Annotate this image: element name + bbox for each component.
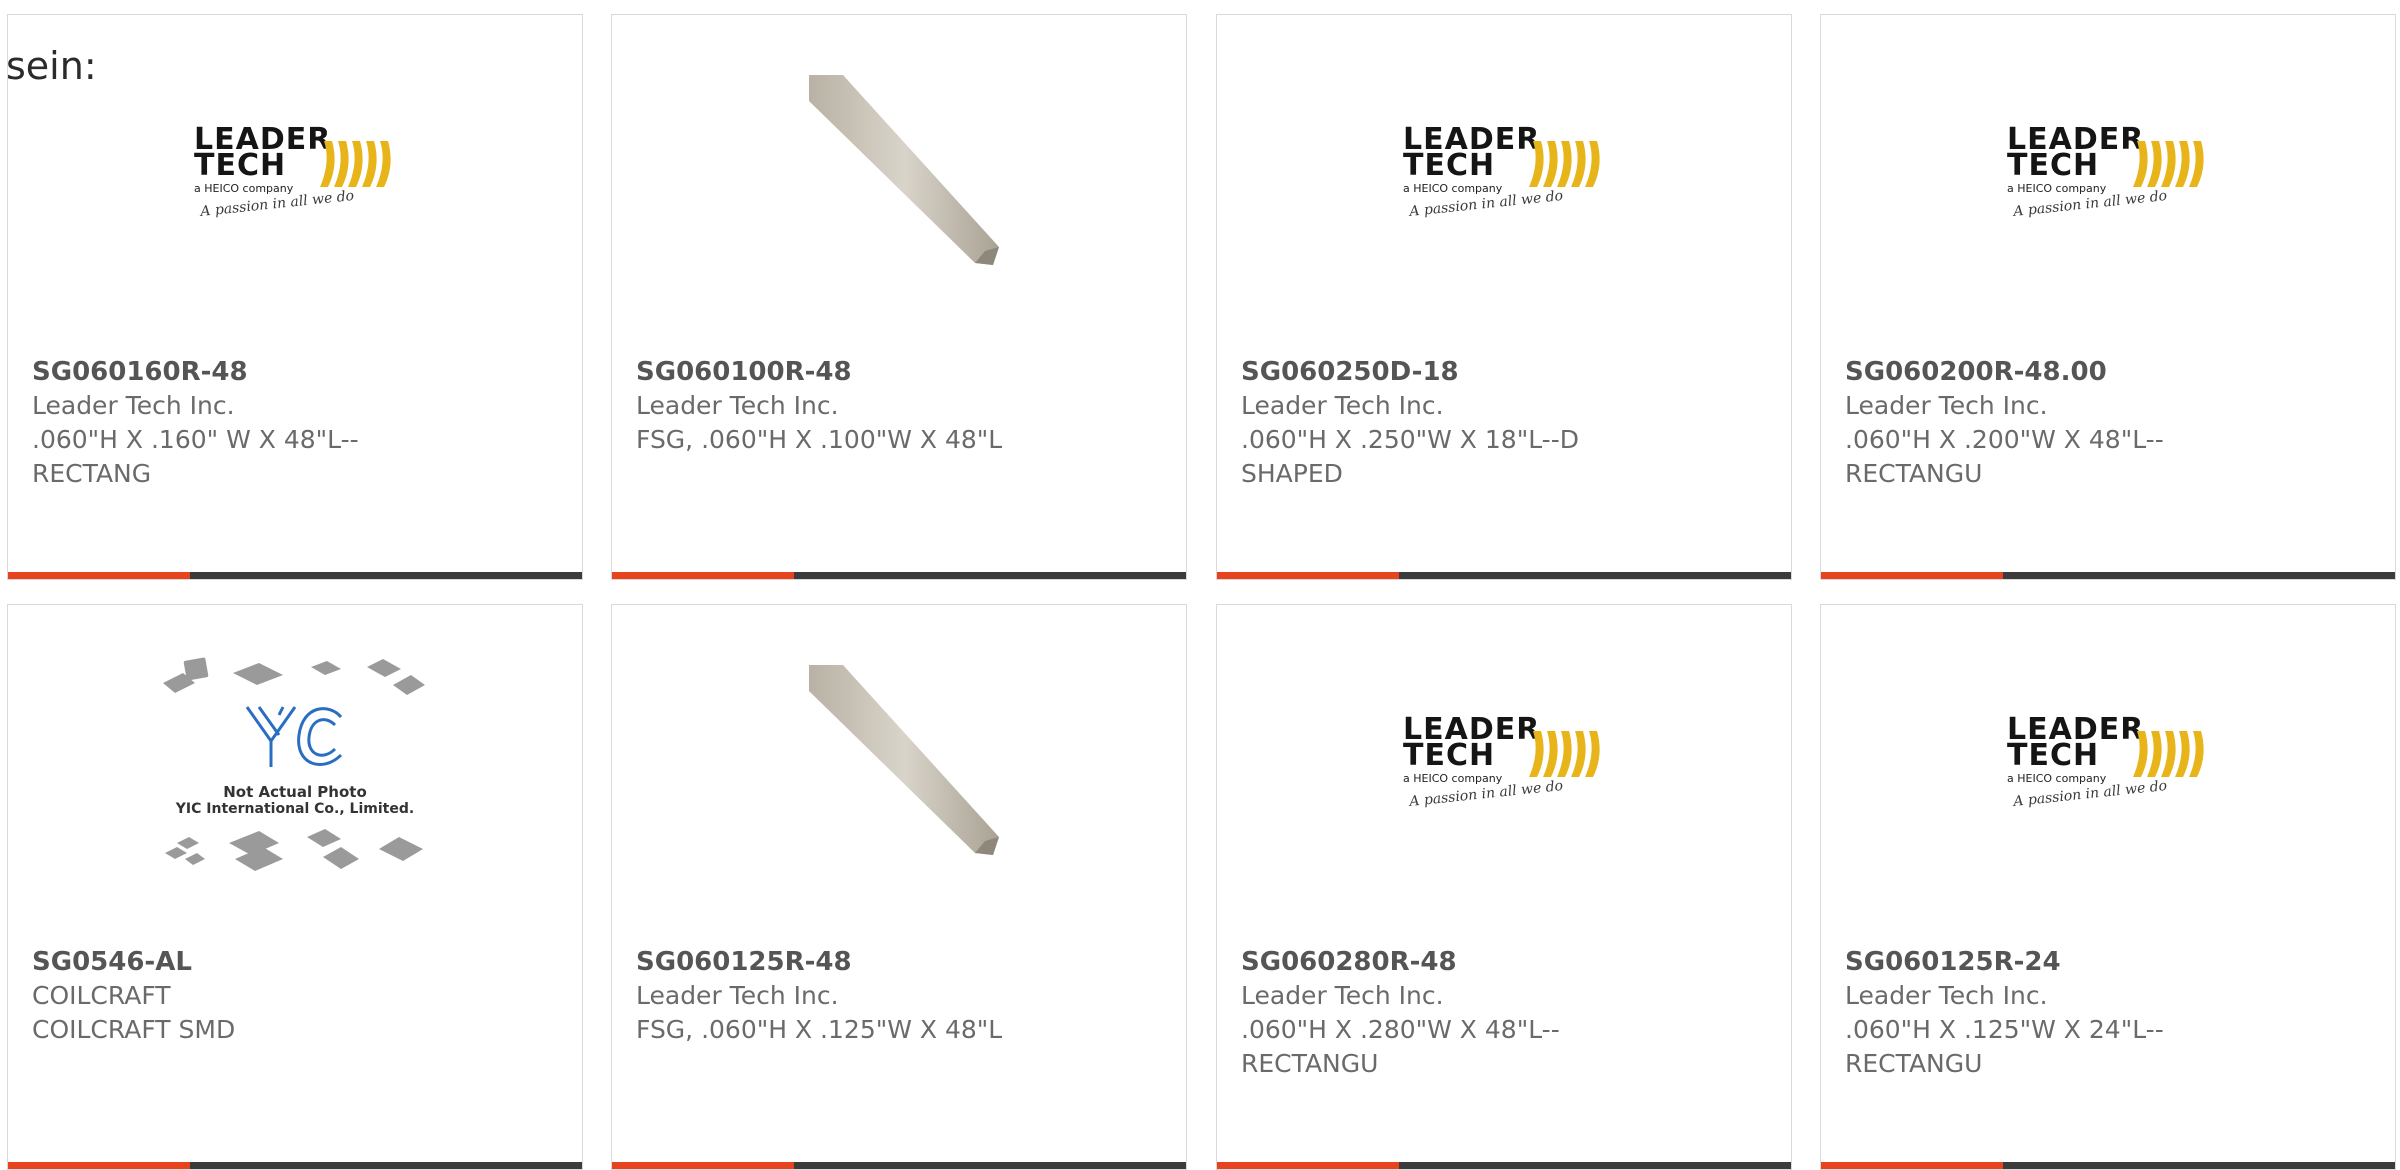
product-image[interactable] (612, 645, 1186, 885)
logo-word-2: TECH (194, 148, 287, 183)
part-number[interactable]: SG060200R-48.00 (1845, 355, 2375, 389)
part-number[interactable]: SG060160R-48 (32, 355, 562, 389)
product-image[interactable]: Not Actual Photo YIC International Co., … (8, 645, 582, 885)
card-bottom-bar (612, 1162, 1186, 1169)
part-number[interactable]: SG060125R-24 (1845, 945, 2375, 979)
manufacturer: Leader Tech Inc. (1845, 981, 2048, 1010)
lead-text: sein: (6, 44, 97, 88)
description: COILCRAFT SMD (32, 1015, 236, 1044)
product-image[interactable]: LEADER TECH a HEICO company A passion in… (8, 55, 582, 295)
card-bottom-bar (1217, 1162, 1791, 1169)
part-number[interactable]: SG060125R-48 (636, 945, 1166, 979)
description: FSG, .060"H X .100"W X 48"L (636, 425, 1003, 454)
card-bottom-bar (1821, 1162, 2395, 1169)
card-bottom-bar (1821, 572, 2395, 579)
gasket-strip-icon (809, 665, 999, 855)
manufacturer: Leader Tech Inc. (1241, 981, 1444, 1010)
yic-placeholder: Not Actual Photo YIC International Co., … (155, 645, 435, 885)
product-card[interactable]: LEADER TECH a HEICO company A passion in… (1820, 14, 2396, 580)
product-card[interactable]: SG060125R-48 Leader Tech Inc. FSG, .060"… (611, 604, 1187, 1170)
product-card[interactable]: LEADER TECH a HEICO company A passion in… (7, 14, 583, 580)
part-number[interactable]: SG0546-AL (32, 945, 562, 979)
manufacturer: COILCRAFT (32, 981, 171, 1010)
card-accent (1821, 1162, 2003, 1169)
product-card[interactable]: LEADER TECH a HEICO company A passion in… (1216, 14, 1792, 580)
product-card[interactable]: SG060100R-48 Leader Tech Inc. FSG, .060"… (611, 14, 1187, 580)
card-accent (1217, 1162, 1399, 1169)
description: .060"H X .125"W X 24"L-- RECTANGU (1845, 1015, 2164, 1078)
logo-word-2: TECH (1403, 148, 1496, 183)
description: .060"H X .280"W X 48"L-- RECTANGU (1241, 1015, 1560, 1078)
yic-caption-2: YIC International Co., Limited. (175, 801, 415, 817)
manufacturer: Leader Tech Inc. (636, 391, 839, 420)
product-image[interactable]: LEADER TECH a HEICO company A passion in… (1217, 645, 1791, 885)
yic-caption-1: Not Actual Photo (223, 783, 367, 801)
card-accent (1821, 572, 2003, 579)
card-bottom-bar (1217, 572, 1791, 579)
logo-stripes-icon (320, 141, 391, 187)
card-bottom-bar (8, 572, 582, 579)
logo-subtitle: a HEICO company (1403, 772, 1503, 785)
part-number[interactable]: SG060100R-48 (636, 355, 1166, 389)
card-accent (612, 1162, 794, 1169)
part-number[interactable]: SG060280R-48 (1241, 945, 1771, 979)
gasket-strip-icon (809, 75, 999, 265)
logo-stripes-icon (2133, 141, 2204, 187)
manufacturer: Leader Tech Inc. (1241, 391, 1444, 420)
logo-word-2: TECH (2007, 148, 2100, 183)
manufacturer: Leader Tech Inc. (32, 391, 235, 420)
product-card[interactable]: Not Actual Photo YIC International Co., … (7, 604, 583, 1170)
product-image[interactable]: LEADER TECH a HEICO company A passion in… (1821, 645, 2395, 885)
logo-stripes-icon (1529, 141, 1600, 187)
logo-subtitle: a HEICO company (2007, 182, 2107, 195)
part-number[interactable]: SG060250D-18 (1241, 355, 1771, 389)
card-accent (8, 1162, 190, 1169)
card-bottom-bar (8, 1162, 582, 1169)
logo-stripes-icon (2133, 731, 2204, 777)
logo-word-2: TECH (1403, 738, 1496, 773)
product-grid: LEADER TECH a HEICO company A passion in… (0, 0, 2400, 1170)
logo-subtitle: a HEICO company (2007, 772, 2107, 785)
chip-packages-icon (163, 657, 425, 871)
card-accent (8, 572, 190, 579)
leader-tech-logo: LEADER TECH a HEICO company A passion in… (2003, 125, 2213, 225)
description: FSG, .060"H X .125"W X 48"L (636, 1015, 1003, 1044)
card-bottom-bar (612, 572, 1186, 579)
logo-subtitle: a HEICO company (194, 182, 294, 195)
description: .060"H X .200"W X 48"L-- RECTANGU (1845, 425, 2164, 488)
leader-tech-logo: LEADER TECH a HEICO company A passion in… (2003, 715, 2213, 815)
product-image[interactable]: LEADER TECH a HEICO company A passion in… (1217, 55, 1791, 295)
manufacturer: Leader Tech Inc. (636, 981, 839, 1010)
leader-tech-logo: LEADER TECH a HEICO company A passion in… (190, 125, 400, 225)
card-accent (1217, 572, 1399, 579)
logo-stripes-icon (1529, 731, 1600, 777)
logo-subtitle: a HEICO company (1403, 182, 1503, 195)
product-card[interactable]: LEADER TECH a HEICO company A passion in… (1216, 604, 1792, 1170)
product-image[interactable]: LEADER TECH a HEICO company A passion in… (1821, 55, 2395, 295)
description: .060"H X .250"W X 18"L--D SHAPED (1241, 425, 1579, 488)
logo-word-2: TECH (2007, 738, 2100, 773)
product-card[interactable]: LEADER TECH a HEICO company A passion in… (1820, 604, 2396, 1170)
description: .060"H X .160" W X 48"L-- RECTANG (32, 425, 359, 488)
leader-tech-logo: LEADER TECH a HEICO company A passion in… (1399, 125, 1609, 225)
manufacturer: Leader Tech Inc. (1845, 391, 2048, 420)
card-accent (612, 572, 794, 579)
leader-tech-logo: LEADER TECH a HEICO company A passion in… (1399, 715, 1609, 815)
product-image[interactable] (612, 55, 1186, 295)
